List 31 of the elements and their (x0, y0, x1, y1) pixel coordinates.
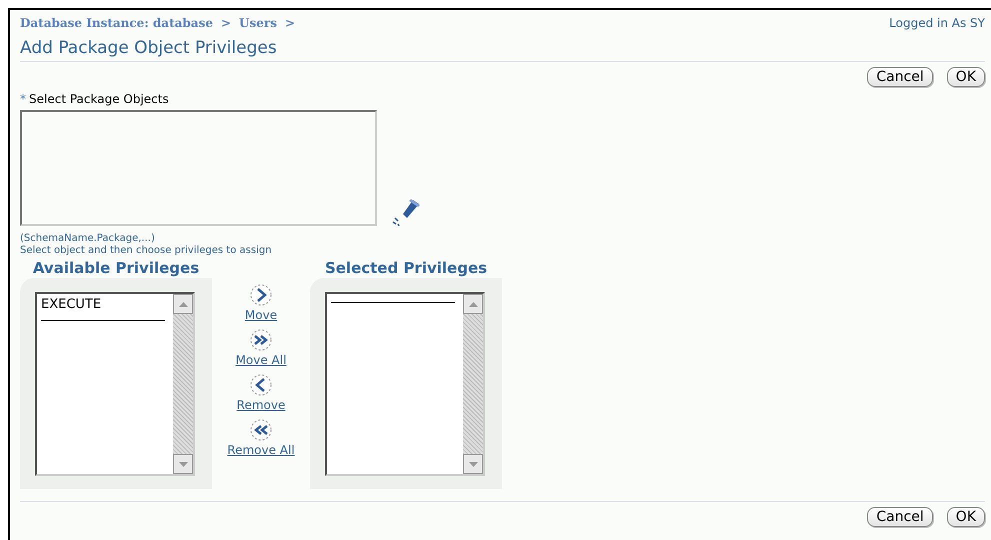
list-heading: Selected Privileges (324, 258, 488, 278)
page-title: Add Package Object Privileges (20, 37, 278, 59)
required-mark: * (20, 91, 26, 108)
shuttle-link[interactable]: Remove (236, 396, 286, 414)
field-hint: (SchemaName.Package,...) (20, 232, 156, 245)
breadcrumb-link[interactable]: Database Instance: database (20, 14, 213, 32)
scroll-up-icon[interactable] (173, 294, 193, 314)
breadcrumb-link[interactable]: Users (239, 14, 277, 32)
shuttle-link[interactable]: Move All (236, 351, 286, 369)
scrollbar[interactable] (463, 294, 483, 474)
breadcrumb-separator: > (284, 15, 296, 32)
package-objects-field[interactable] (20, 110, 377, 226)
scrollbar[interactable] (173, 294, 193, 474)
page-button[interactable]: Cancel (867, 67, 933, 87)
flashlight-icon[interactable] (391, 196, 421, 226)
privilege-list[interactable]: EXECUTE (35, 292, 195, 476)
login-status: Logged in As SY (889, 15, 985, 32)
list-heading: Available Privileges (32, 258, 200, 278)
instruction-text: Select object and then choose privileges to assign (20, 245, 273, 257)
list-option[interactable]: EXECUTE (41, 296, 169, 314)
shuttle-link[interactable]: Remove All (227, 441, 295, 459)
field-label: Select Package Objects (29, 91, 169, 108)
privilege-list[interactable] (325, 292, 485, 476)
scroll-down-icon[interactable] (463, 454, 483, 474)
page-button[interactable]: OK (946, 67, 985, 87)
page-button[interactable]: Cancel (867, 507, 933, 527)
scroll-up-icon[interactable] (463, 294, 483, 314)
page-button[interactable]: OK (946, 507, 985, 527)
shuttle-link[interactable]: Move (244, 306, 278, 324)
breadcrumb-separator: > (220, 15, 232, 32)
scroll-down-icon[interactable] (173, 454, 193, 474)
